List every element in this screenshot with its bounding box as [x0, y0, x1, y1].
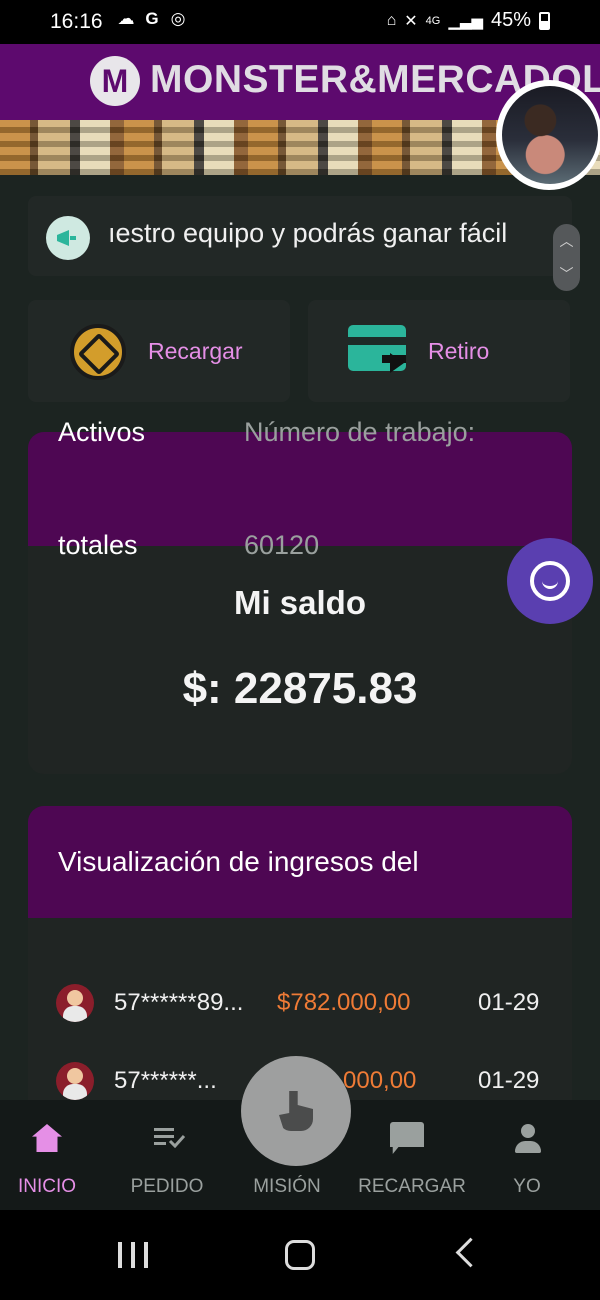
- scroll-arrows[interactable]: ︿ ﹀: [553, 224, 580, 291]
- totales-label: totales: [58, 530, 138, 560]
- retiro-label: Retiro: [428, 338, 490, 364]
- notification-icons: ☁ G ◎: [116, 9, 188, 29]
- back-button[interactable]: [455, 1237, 486, 1268]
- notice-marquee: ıestro equipo y podrás ganar fácil: [28, 196, 572, 276]
- home-button[interactable]: [285, 1240, 315, 1270]
- recargar-button[interactable]: Recargar: [28, 300, 290, 402]
- lock-icon: ⌂: [386, 11, 397, 29]
- cloud-icon: ☁: [117, 9, 135, 28]
- user-avatar: [56, 1062, 94, 1100]
- income-user: 57******...: [114, 1067, 217, 1094]
- nav-recargar[interactable]: RECARGAR: [352, 1100, 472, 1210]
- nav-recargar-label: RECARGAR: [358, 1176, 466, 1197]
- order-list-icon: [152, 1122, 186, 1154]
- mute-icon: ✕: [404, 12, 418, 30]
- tap-hand-icon: [279, 1091, 313, 1131]
- recharge-icon: [70, 324, 126, 380]
- notice-text: ıestro equipo y podrás ganar fácil: [108, 218, 508, 248]
- floating-profile-photo[interactable]: [496, 80, 600, 190]
- nav-inicio-label: INICIO: [17, 1176, 77, 1197]
- nav-yo-label: YO: [513, 1176, 541, 1197]
- activos-label: Activos: [58, 417, 146, 447]
- network-type: 4G: [425, 14, 441, 27]
- income-row: 57******89... $782.000,00 01-29: [0, 984, 600, 1024]
- signal-icon: ▁▃▅: [448, 12, 483, 30]
- income-title: Visualización de ingresos del: [58, 846, 419, 877]
- retiro-button[interactable]: Retiro: [308, 300, 570, 402]
- customer-support-button[interactable]: [507, 538, 593, 624]
- recargar-label: Recargar: [148, 338, 243, 364]
- system-status-icons: ⌂ ✕ 4G ▁▃▅ 45%: [387, 9, 550, 32]
- messenger-icon: ◎: [170, 9, 186, 28]
- nav-pedido[interactable]: PEDIDO: [107, 1100, 227, 1210]
- nav-inicio[interactable]: INICIO: [0, 1100, 107, 1210]
- income-amount: $782.000,00: [277, 989, 411, 1016]
- balance-amount: $: 22875.83: [182, 664, 418, 713]
- status-bar: 16:16 ☁ G ◎ ⌂ ✕ 4G ▁▃▅ 45%: [0, 0, 600, 44]
- megaphone-icon: [46, 216, 90, 260]
- nav-pedido-label: PEDIDO: [130, 1176, 204, 1197]
- brand-logo: M: [90, 56, 140, 106]
- battery-percent: 45%: [490, 9, 531, 31]
- work-number-value: 60120: [244, 530, 320, 560]
- battery-icon: [539, 11, 550, 30]
- system-navigation-bar: [0, 1210, 600, 1300]
- chevron-up-icon[interactable]: ︿: [560, 231, 574, 251]
- mision-center-button[interactable]: [241, 1056, 351, 1166]
- nav-mision-label: MISIÓN: [253, 1176, 321, 1197]
- income-panel-header: Visualización de ingresos del: [28, 806, 572, 918]
- person-icon: [512, 1122, 544, 1154]
- home-icon: [32, 1124, 62, 1152]
- income-date: 01-29: [478, 1067, 540, 1094]
- balance-card-header: [28, 432, 572, 546]
- chevron-down-icon[interactable]: ﹀: [560, 264, 574, 284]
- work-number-label: Número de trabajo:: [244, 417, 476, 447]
- user-avatar: [56, 984, 94, 1022]
- google-icon: G: [145, 9, 159, 28]
- arrow-right-icon: [390, 353, 404, 373]
- income-date: 01-29: [478, 989, 540, 1016]
- nav-yo[interactable]: YO: [467, 1100, 587, 1210]
- recent-apps-button[interactable]: [118, 1242, 148, 1268]
- chat-icon: [390, 1122, 424, 1154]
- headset-icon: [530, 561, 570, 601]
- income-user: 57******89...: [114, 989, 244, 1016]
- status-time: 16:16: [50, 10, 103, 33]
- income-amount: 000,00: [343, 1067, 417, 1094]
